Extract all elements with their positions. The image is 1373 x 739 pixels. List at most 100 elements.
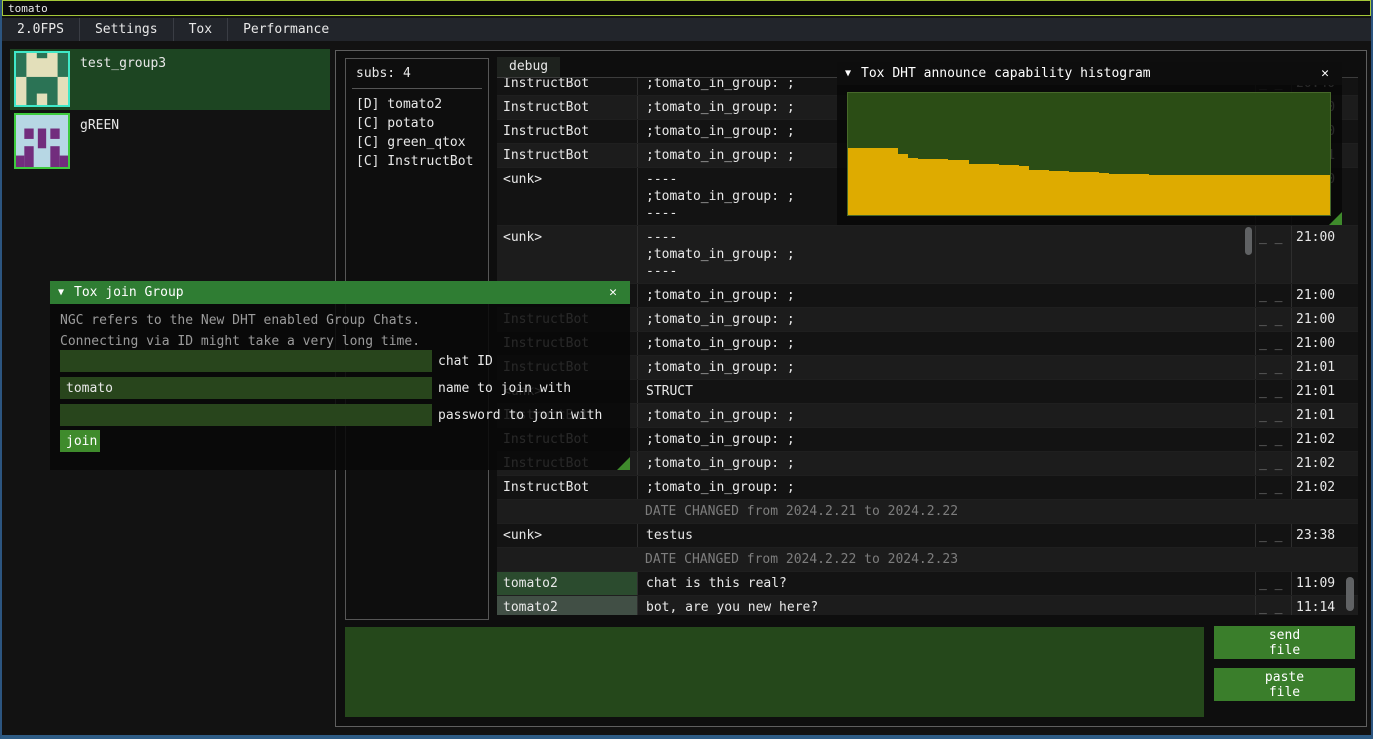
close-icon[interactable]: ✕ bbox=[1316, 65, 1334, 82]
histogram-bar bbox=[1190, 175, 1200, 215]
join-help-line-2: Connecting via ID might take a very long… bbox=[50, 333, 630, 350]
date-changed-row: DATE CHANGED from 2024.2.21 to 2024.2.22 bbox=[497, 500, 1358, 524]
histogram-bar bbox=[989, 164, 999, 215]
chat-id-input[interactable] bbox=[60, 350, 432, 372]
message-text: ;tomato_in_group: ; bbox=[637, 308, 1255, 331]
message-time: 21:00 bbox=[1291, 308, 1343, 331]
histogram-bar bbox=[1270, 175, 1280, 215]
join-name-input[interactable] bbox=[60, 377, 432, 399]
group-name: test_group3 bbox=[80, 55, 166, 72]
tab-debug[interactable]: debug bbox=[497, 57, 560, 77]
sub-member-tomato2[interactable]: [D] tomato2 bbox=[346, 95, 488, 114]
histogram-bar bbox=[858, 148, 868, 215]
menu-item-performance[interactable]: Performance bbox=[227, 18, 344, 41]
join-group-window: ▼ Tox join Group ✕ NGC refers to the New… bbox=[50, 281, 630, 470]
group-avatar-gREEN bbox=[16, 115, 68, 167]
chat-scrollbar-thumb[interactable] bbox=[1346, 577, 1354, 611]
sidebar-item-gREEN[interactable]: gREEN bbox=[10, 111, 330, 172]
chat-id-label: chat ID bbox=[438, 353, 493, 370]
histogram-bar bbox=[1200, 175, 1210, 215]
histogram-bar bbox=[1049, 171, 1059, 215]
app-title: tomato bbox=[8, 2, 48, 15]
sub-member-potato[interactable]: [C] potato bbox=[346, 114, 488, 133]
sub-member-InstructBot[interactable]: [C] InstructBot bbox=[346, 152, 488, 171]
delivery-status: _ _ bbox=[1255, 524, 1291, 547]
menu-bar: 2.0FPSSettingsToxPerformance bbox=[2, 18, 1371, 41]
subs-list: [D] tomato2[C] potato[C] green_qtox[C] I… bbox=[346, 95, 488, 171]
sender-name: <unk> bbox=[497, 524, 637, 547]
histogram-bar bbox=[918, 159, 928, 215]
inner-scrollbar-thumb[interactable] bbox=[1245, 227, 1252, 255]
histogram-bar bbox=[1029, 170, 1039, 215]
histogram-bar bbox=[1290, 175, 1300, 215]
app-titlebar[interactable]: tomato bbox=[2, 0, 1371, 16]
sender-name: InstructBot bbox=[497, 120, 637, 143]
histogram-bar bbox=[1280, 175, 1290, 215]
close-icon[interactable]: ✕ bbox=[604, 284, 622, 301]
collapse-icon[interactable]: ▼ bbox=[58, 284, 64, 301]
message-time: 11:14 bbox=[1291, 596, 1343, 615]
collapse-icon[interactable]: ▼ bbox=[845, 65, 851, 82]
message-time: 21:02 bbox=[1291, 452, 1343, 475]
message-time: 21:01 bbox=[1291, 380, 1343, 403]
sub-member-green_qtox[interactable]: [C] green_qtox bbox=[346, 133, 488, 152]
dht-histogram-titlebar[interactable]: ▼ Tox DHT announce capability histogram … bbox=[837, 62, 1342, 85]
message-text: ;tomato_in_group: ; bbox=[637, 476, 1255, 499]
histogram-bar bbox=[1019, 166, 1029, 215]
sidebar-item-test_group3[interactable]: test_group3 bbox=[10, 49, 330, 110]
histogram-bar bbox=[938, 159, 948, 215]
message-time: 21:02 bbox=[1291, 428, 1343, 451]
sender-name: <unk> bbox=[497, 168, 637, 225]
menu-item-2-0fps[interactable]: 2.0FPS bbox=[2, 18, 79, 41]
message-input[interactable] bbox=[345, 627, 1204, 717]
histogram-bar bbox=[1099, 173, 1109, 215]
join-button[interactable]: join bbox=[60, 430, 100, 452]
sender-name: tomato2 bbox=[497, 596, 637, 615]
message-row[interactable]: InstructBot;tomato_in_group: ;_ _21:02 bbox=[497, 476, 1358, 500]
histogram-bar bbox=[1089, 172, 1099, 215]
message-row[interactable]: tomato2bot, are you new here?_ _11:14 bbox=[497, 596, 1358, 615]
message-time: 21:00 bbox=[1291, 284, 1343, 307]
histogram-bar bbox=[848, 148, 858, 215]
delivery-status: _ _ bbox=[1255, 356, 1291, 379]
resize-grip[interactable] bbox=[617, 457, 630, 470]
histogram-bar bbox=[1230, 175, 1240, 215]
paste-file-button[interactable]: paste file bbox=[1214, 668, 1355, 701]
menu-item-tox[interactable]: Tox bbox=[173, 18, 227, 41]
resize-grip[interactable] bbox=[1329, 212, 1342, 225]
sender-name: InstructBot bbox=[497, 144, 637, 167]
message-text: ----;tomato_in_group: ;---- bbox=[637, 226, 1255, 283]
subs-separator bbox=[352, 88, 482, 89]
histogram-bar bbox=[1250, 175, 1260, 215]
histogram-bar bbox=[1180, 175, 1190, 215]
tomato-app-window: tomato 2.0FPSSettingsToxPerformance test… bbox=[0, 0, 1373, 739]
message-row[interactable]: <unk>----;tomato_in_group: ;----_ _21:00 bbox=[497, 226, 1358, 284]
join-group-titlebar[interactable]: ▼ Tox join Group ✕ bbox=[50, 281, 630, 304]
delivery-status: _ _ bbox=[1255, 284, 1291, 307]
histogram-bar bbox=[1210, 175, 1220, 215]
join-name-label: name to join with bbox=[438, 380, 571, 397]
histogram-bar bbox=[1139, 174, 1149, 215]
send-file-button[interactable]: send file bbox=[1214, 626, 1355, 659]
histogram-bar bbox=[868, 148, 878, 215]
histogram-bar bbox=[1320, 175, 1330, 215]
sender-name: InstructBot bbox=[497, 476, 637, 499]
histogram-bar bbox=[1149, 175, 1159, 215]
delivery-status: _ _ bbox=[1255, 476, 1291, 499]
message-text: ;tomato_in_group: ; bbox=[637, 356, 1255, 379]
group-name: gREEN bbox=[80, 117, 119, 134]
message-text: ;tomato_in_group: ; bbox=[637, 284, 1255, 307]
message-row[interactable]: tomato2chat is this real?_ _11:09 bbox=[497, 572, 1358, 596]
message-text: bot, are you new here? bbox=[637, 596, 1255, 615]
histogram-bar bbox=[1300, 175, 1310, 215]
histogram-bar bbox=[1079, 172, 1089, 215]
histogram-bar bbox=[979, 164, 989, 215]
message-row[interactable]: <unk>testus_ _23:38 bbox=[497, 524, 1358, 548]
menu-item-settings[interactable]: Settings bbox=[79, 18, 173, 41]
histogram-bar bbox=[1159, 175, 1169, 215]
join-password-input[interactable] bbox=[60, 404, 432, 426]
delivery-status: _ _ bbox=[1255, 452, 1291, 475]
message-time: 21:01 bbox=[1291, 404, 1343, 427]
histogram-bar bbox=[1310, 175, 1320, 215]
sender-name: <unk> bbox=[497, 226, 637, 283]
